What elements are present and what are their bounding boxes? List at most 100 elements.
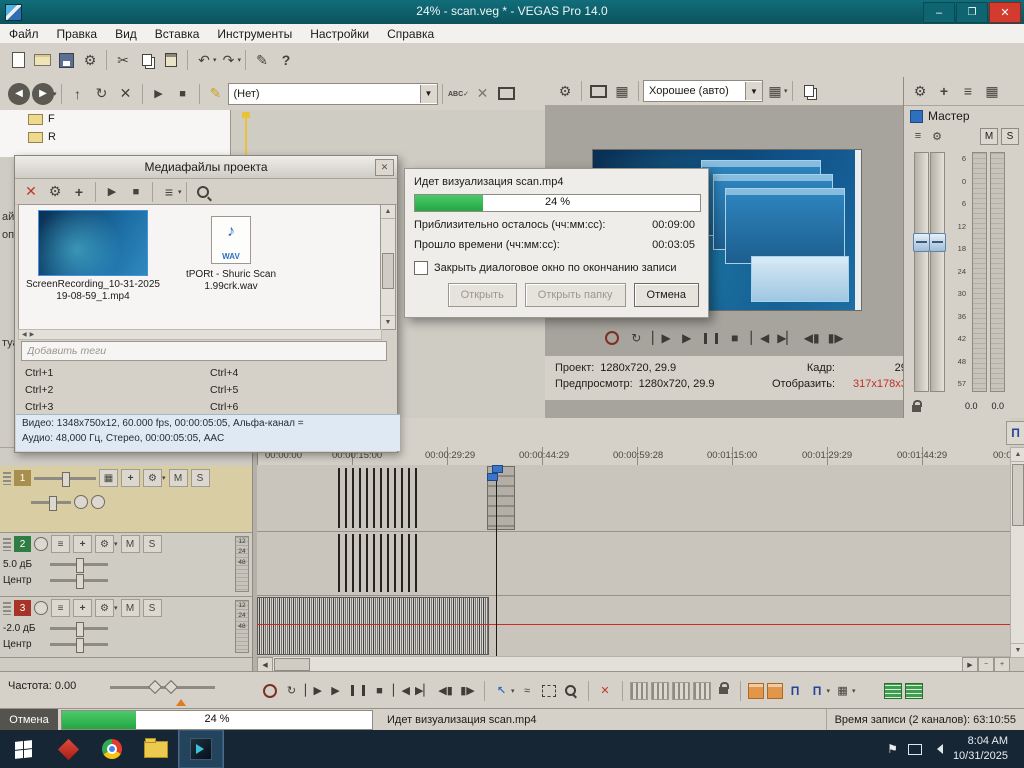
frequency-slider[interactable] (110, 679, 215, 695)
video-event-stripes[interactable] (338, 468, 418, 528)
quantize-to-frames-button[interactable] (692, 681, 711, 700)
track-header-3[interactable]: 3 ▾ M S -2.0 дБ Центр 12 24 48 (0, 596, 252, 658)
media-properties-button[interactable] (43, 180, 67, 204)
track-solo-button[interactable]: S (142, 535, 162, 553)
cursor-handle[interactable] (487, 473, 498, 481)
abc-check-button[interactable]: ABC✓ (447, 82, 471, 106)
play-button[interactable]: ▶ (679, 329, 695, 347)
scrollbar-thumb[interactable] (1012, 464, 1024, 526)
scroll-up-icon[interactable]: ▲ (381, 205, 395, 219)
record-button[interactable] (260, 681, 279, 701)
track-pan-slider[interactable] (50, 638, 108, 653)
scroll-up-icon[interactable]: ▲ (1011, 448, 1024, 462)
track-number[interactable]: 2 (14, 536, 31, 552)
menu-edit[interactable]: Правка (48, 25, 107, 43)
search-icon[interactable] (191, 180, 215, 204)
track-solo-button[interactable]: S (190, 469, 210, 487)
downmix-output-button[interactable] (956, 79, 980, 103)
cursor-handle[interactable] (492, 465, 503, 473)
master-mute-button[interactable]: M (980, 127, 998, 145)
menu-tools[interactable]: Инструменты (208, 25, 301, 43)
track-fx-button[interactable] (73, 599, 92, 617)
close-button[interactable] (989, 2, 1021, 23)
insert-command-marker-button[interactable]: П (786, 681, 805, 701)
copy-button[interactable] (135, 48, 159, 72)
scroll-right-icon[interactable]: ▶ (962, 657, 978, 672)
master-solo-button[interactable]: S (1001, 127, 1019, 145)
track-fx-button[interactable] (121, 469, 140, 487)
close-icon[interactable]: ✕ (375, 159, 394, 176)
project-properties-button[interactable] (78, 48, 102, 72)
track-settings-button[interactable] (95, 535, 114, 553)
scrollbar-thumb[interactable] (274, 658, 310, 671)
timeline-tracks[interactable] (257, 465, 1010, 656)
track-solo-button[interactable]: S (142, 599, 162, 617)
automation-icon[interactable] (91, 495, 105, 509)
lock-fader-icon[interactable] (912, 399, 922, 412)
taskbar-app-vegas-legacy[interactable] (46, 730, 90, 768)
split-screen-button[interactable] (610, 79, 634, 103)
track-pan-slider[interactable] (50, 574, 108, 589)
track-grip[interactable] (3, 537, 11, 551)
scroll-left-icon[interactable]: ◀ (257, 657, 273, 672)
media-item[interactable]: ScreenRecording_10-31-2025 19-08-59_1.mp… (23, 210, 163, 302)
go-to-start-button[interactable]: ▏◀ (392, 681, 411, 701)
history-dropdown-icon[interactable]: ▾ (53, 90, 57, 98)
media-preset-combo[interactable]: (Нет) ▼ (227, 82, 438, 105)
track-settings-dropdown[interactable]: ▾ (162, 474, 166, 482)
zoom-in-button[interactable]: + (994, 657, 1010, 672)
refresh-button[interactable] (90, 82, 114, 106)
insert-cd-region-button[interactable]: П (808, 681, 827, 701)
combo-arrow-icon[interactable]: ▼ (745, 82, 762, 100)
normal-edit-tool-button[interactable]: ↖ (492, 681, 511, 701)
track-settings-dropdown[interactable]: ▾ (114, 604, 118, 612)
media-list-hscrollbar[interactable]: ◀ ▶ (18, 329, 382, 340)
slider-diamond[interactable] (163, 679, 179, 695)
fader-track-right[interactable] (929, 152, 946, 392)
track-header-2[interactable]: 2 ▾ M S 5.0 дБ Центр 12 24 48 (0, 532, 252, 597)
insert-region-button[interactable] (766, 682, 783, 699)
insert-marker-button[interactable] (747, 682, 764, 699)
previous-frame-button[interactable]: ◀▮ (804, 329, 820, 347)
menu-view[interactable]: Вид (106, 25, 146, 43)
track-header-1[interactable]: 1 ▾ M S (0, 466, 252, 533)
preview-properties-button[interactable] (553, 79, 577, 103)
timeline-vertical-scrollbar[interactable]: ▲ ▼ (1010, 447, 1024, 658)
timeline-track-2[interactable] (257, 531, 1010, 596)
fader-handle-left[interactable] (913, 233, 930, 252)
scrollbar-thumb[interactable] (382, 253, 394, 289)
volume-envelope-line[interactable] (257, 624, 1010, 625)
play-from-start-button[interactable]: ▏▶ (652, 329, 670, 347)
external-monitor-button[interactable] (495, 82, 519, 106)
fader-track-left[interactable] (913, 152, 930, 392)
start-button[interactable] (0, 730, 46, 768)
go-to-end-button[interactable]: ▶▏ (777, 329, 795, 347)
fader-handle-right[interactable] (929, 233, 946, 252)
close-on-finish-option[interactable]: Закрыть диалоговое окно по окончанию зап… (414, 261, 677, 275)
delete-button[interactable]: ✕ (596, 681, 615, 701)
preview-quality-combo[interactable]: Хорошее (авто) ▼ (643, 80, 763, 102)
stop-preview-button[interactable] (171, 82, 195, 106)
back-button[interactable]: ◀ (8, 82, 30, 105)
interactive-tutorials-button[interactable] (250, 48, 274, 72)
track-settings-button[interactable] (95, 599, 114, 617)
snap-to-markers-button[interactable] (671, 681, 690, 700)
save-button[interactable] (54, 48, 78, 72)
pause-button[interactable] (703, 329, 719, 347)
paste-button[interactable] (159, 48, 183, 72)
stop-button[interactable]: ■ (370, 681, 389, 701)
checkbox-unchecked[interactable] (414, 261, 428, 275)
combo-arrow-icon[interactable]: ▼ (419, 84, 437, 103)
external-monitor-button[interactable] (586, 79, 610, 103)
maximize-button[interactable] (956, 2, 988, 23)
lock-envelopes-button[interactable] (714, 681, 733, 701)
audio-event-stripes[interactable] (338, 534, 418, 592)
tree-item[interactable]: F (0, 110, 230, 128)
up-one-level-button[interactable] (66, 82, 90, 106)
enable-snapping-button[interactable] (629, 681, 648, 700)
remove-filter-button[interactable] (471, 82, 495, 106)
open-folder-button[interactable]: Открыть папку (524, 283, 626, 307)
go-to-end-button[interactable]: ▶▏ (414, 681, 433, 701)
event-tools-dropdown[interactable]: ▾ (852, 687, 856, 695)
track-motion-button[interactable] (99, 469, 118, 487)
